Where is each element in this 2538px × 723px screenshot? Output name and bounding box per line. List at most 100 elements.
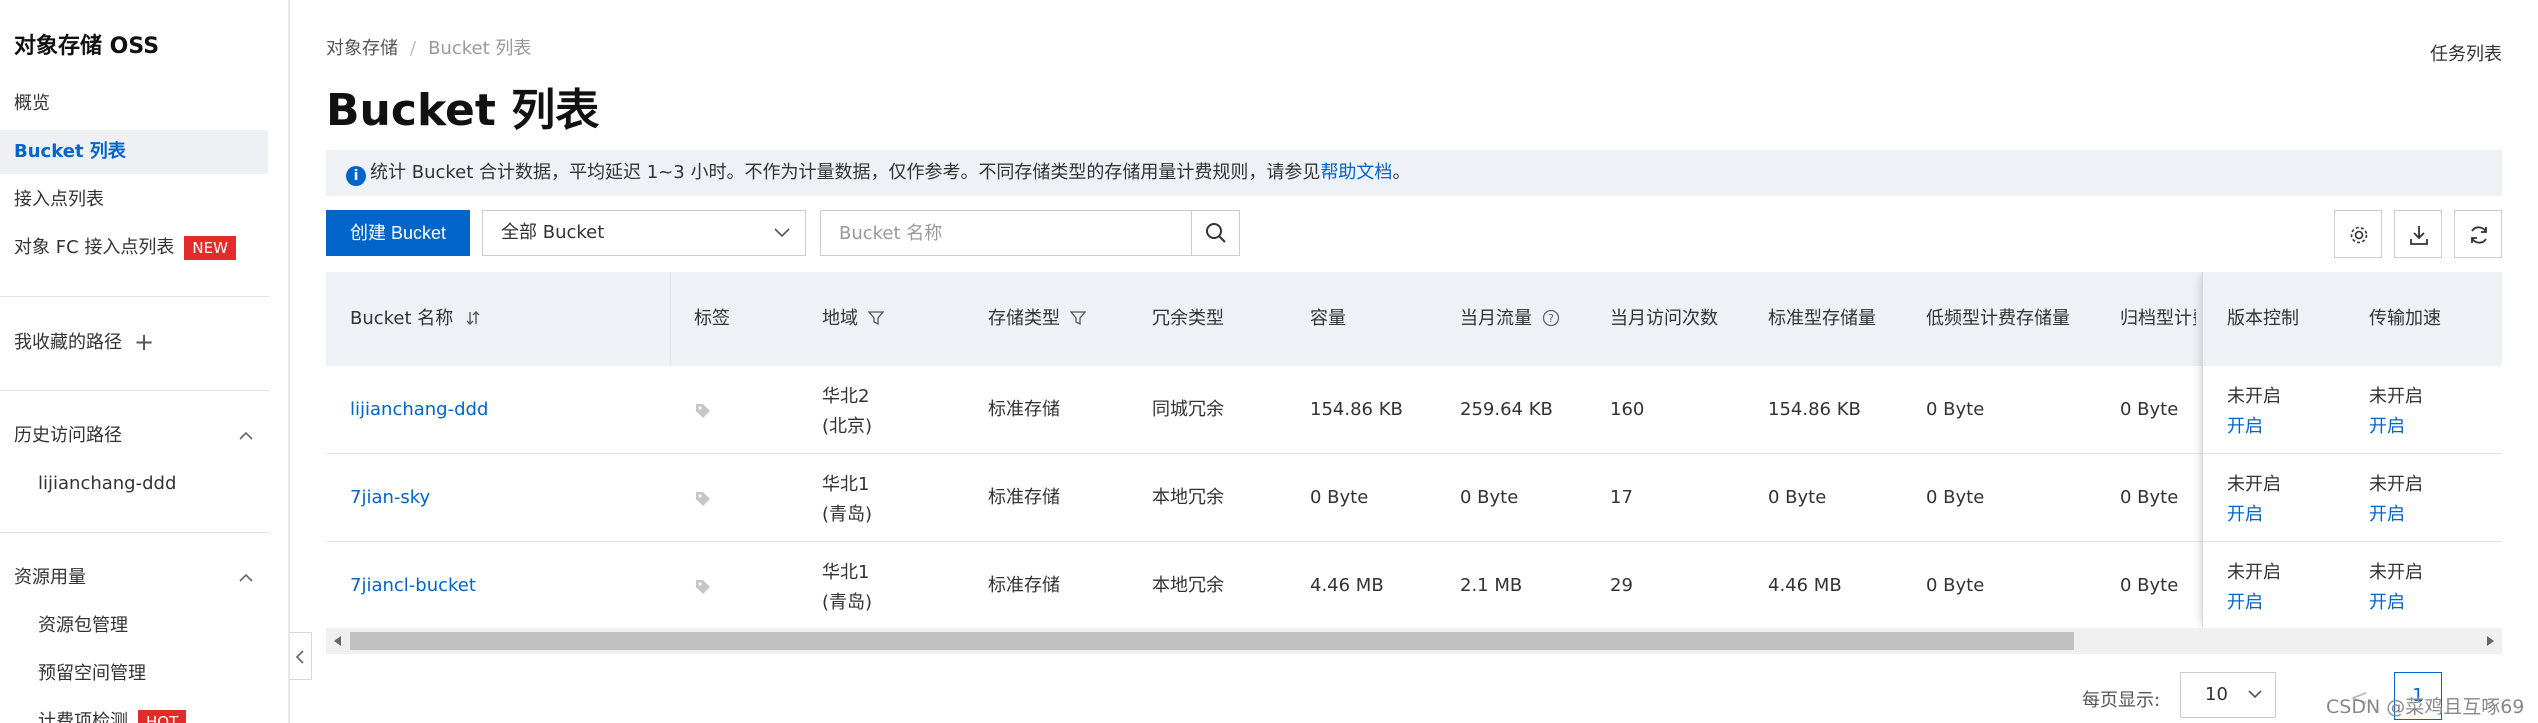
- sidebar-divider: [0, 532, 270, 533]
- storage-class-cell: 标准存储: [988, 399, 1060, 420]
- archive-cell: 0 Byte: [2120, 575, 2179, 596]
- tag-icon[interactable]: [694, 578, 712, 596]
- info-notice: i 统计 Bucket 合计数据，平均延迟 1~3 小时。不作为计量数据，仅作参考…: [326, 150, 2502, 196]
- download-icon: [2410, 226, 2428, 245]
- sidebar-collapse-button[interactable]: [290, 632, 312, 680]
- sidebar-item-usage[interactable]: 资源用量: [0, 556, 268, 600]
- table-row: 7jian-sky 华北1 (青岛) 标准存储 本地冗余 0 Byte 0 Byte 17 0 …: [326, 454, 2502, 542]
- fixed-row: 未开启 开启 未开启 开启: [2203, 542, 2502, 628]
- sort-icon[interactable]: [465, 310, 481, 326]
- region-cell: 华北1 (青岛): [822, 470, 872, 530]
- add-favorite-icon[interactable]: +: [134, 320, 154, 364]
- column-header-region[interactable]: 地域: [822, 272, 885, 366]
- sidebar-item-label: lijianchang-ddd: [38, 473, 177, 494]
- bucket-filter-value: 全部 Bucket: [501, 222, 605, 243]
- page-title: Bucket 列表: [326, 85, 600, 136]
- region-city: (青岛): [822, 592, 873, 613]
- search-icon: [1206, 223, 1226, 243]
- column-header-label: 地域: [822, 308, 858, 329]
- sidebar-item-history-entry[interactable]: lijianchang-ddd: [0, 462, 268, 506]
- column-header-transfer-accel: 传输加速: [2369, 308, 2441, 329]
- accel-cell: 未开启 开启: [2369, 558, 2423, 618]
- notice-text: 统计 Bucket 合计数据，平均延迟 1~3 小时。不作为计量数据，仅作参考。…: [370, 162, 1321, 183]
- breadcrumb: 对象存储 / Bucket 列表: [326, 34, 531, 60]
- settings-button[interactable]: [2334, 210, 2382, 258]
- per-page-select[interactable]: 10: [2180, 672, 2276, 718]
- search-button[interactable]: [1191, 211, 1239, 255]
- region-city: (北京): [822, 416, 873, 437]
- region-city: (青岛): [822, 504, 873, 525]
- versioning-cell: 未开启 开启: [2227, 382, 2281, 442]
- ia-cell: 0 Byte: [1926, 399, 1985, 420]
- filter-icon[interactable]: [867, 310, 885, 326]
- standard-cell: 4.46 MB: [1768, 575, 1842, 596]
- create-bucket-button[interactable]: 创建 Bucket: [326, 210, 470, 256]
- chevron-up-icon: [239, 573, 253, 582]
- sidebar-item-label: 接入点列表: [14, 189, 104, 210]
- sidebar-item-bucket-list[interactable]: Bucket 列表: [0, 130, 268, 174]
- bucket-filter-select[interactable]: 全部 Bucket: [482, 210, 806, 256]
- column-header-name[interactable]: Bucket 名称: [350, 272, 481, 366]
- visits-cell: 29: [1610, 575, 1633, 596]
- tag-icon[interactable]: [694, 402, 712, 420]
- sidebar-title: 对象存储 OSS: [14, 34, 160, 59]
- scrollbar-thumb[interactable]: [350, 632, 2074, 650]
- ia-cell: 0 Byte: [1926, 487, 1985, 508]
- traffic-cell: 259.64 KB: [1460, 399, 1553, 420]
- task-list-link[interactable]: 任务列表: [2430, 40, 2502, 66]
- sidebar-item-history[interactable]: 历史访问路径: [0, 414, 268, 458]
- enable-accel-link[interactable]: 开启: [2369, 500, 2423, 530]
- chevron-down-icon: [774, 228, 790, 238]
- tag-icon[interactable]: [694, 490, 712, 508]
- sidebar-item-overview[interactable]: 概览: [0, 82, 268, 126]
- breadcrumb-root[interactable]: 对象存储: [326, 38, 398, 59]
- versioning-status: 未开启: [2227, 386, 2281, 407]
- filter-icon[interactable]: [1069, 310, 1087, 326]
- scroll-right-arrow[interactable]: [2487, 636, 2494, 646]
- csdn-watermark: CSDN @菜鸡且互啄69: [2326, 696, 2525, 718]
- column-header-storage-class[interactable]: 存储类型: [988, 272, 1087, 366]
- sidebar-item-reserved-space[interactable]: 预留空间管理: [0, 652, 268, 696]
- sidebar-item-billing-check[interactable]: 计费项检测 HOT: [0, 700, 268, 723]
- export-button[interactable]: [2394, 210, 2442, 258]
- archive-cell: 0 Byte: [2120, 399, 2179, 420]
- column-header-archive-storage: 归档型计费: [2120, 308, 2196, 329]
- sidebar-item-access-points[interactable]: 接入点列表: [0, 178, 268, 222]
- region-name: 华北1: [822, 562, 870, 583]
- sidebar-item-label: 概览: [14, 93, 50, 114]
- traffic-cell: 2.1 MB: [1460, 575, 1523, 596]
- enable-versioning-link[interactable]: 开启: [2227, 588, 2281, 618]
- sidebar-item-fc-access[interactable]: 对象 FC 接入点列表 NEW: [0, 226, 268, 270]
- bucket-table: Bucket 名称 标签 地域 存储类型 冗余类型 容量 当月流量 ? 当月访问…: [326, 272, 2502, 628]
- bucket-name-link[interactable]: lijianchang-ddd: [350, 366, 488, 454]
- accel-cell: 未开启 开启: [2369, 470, 2423, 530]
- accel-status: 未开启: [2369, 474, 2423, 495]
- enable-versioning-link[interactable]: 开启: [2227, 500, 2281, 530]
- gear-icon: [2350, 226, 2368, 244]
- enable-versioning-link[interactable]: 开启: [2227, 412, 2281, 442]
- enable-accel-link[interactable]: 开启: [2369, 412, 2423, 442]
- accel-status: 未开启: [2369, 562, 2423, 583]
- help-doc-link[interactable]: 帮助文档: [1320, 162, 1392, 183]
- help-icon[interactable]: ?: [1542, 309, 1560, 327]
- bucket-name-link[interactable]: 7jian-sky: [350, 454, 430, 542]
- sidebar-item-label: 对象 FC 接入点列表: [14, 237, 175, 258]
- sidebar-item-resource-pack[interactable]: 资源包管理: [0, 604, 268, 648]
- fixed-row: 未开启 开启 未开启 开启: [2203, 454, 2502, 542]
- refresh-button[interactable]: [2454, 210, 2502, 258]
- bucket-name-link[interactable]: 7jiancl-bucket: [350, 542, 476, 628]
- column-header-versioning: 版本控制: [2227, 308, 2299, 329]
- sidebar-item-label: 资源用量: [14, 567, 86, 588]
- enable-accel-link[interactable]: 开启: [2369, 588, 2423, 618]
- search-input[interactable]: [821, 211, 1191, 255]
- hot-badge: HOT: [138, 710, 187, 723]
- accel-status: 未开启: [2369, 386, 2423, 407]
- notice-end: 。: [1392, 162, 1411, 183]
- versioning-cell: 未开启 开启: [2227, 558, 2281, 618]
- standard-cell: 154.86 KB: [1768, 399, 1861, 420]
- scroll-left-arrow[interactable]: [334, 636, 341, 646]
- horizontal-scrollbar[interactable]: [326, 628, 2502, 654]
- sidebar-item-favorites[interactable]: 我收藏的路径 +: [0, 320, 268, 364]
- per-page-value: 10: [2205, 684, 2228, 705]
- refresh-icon: [2471, 226, 2487, 244]
